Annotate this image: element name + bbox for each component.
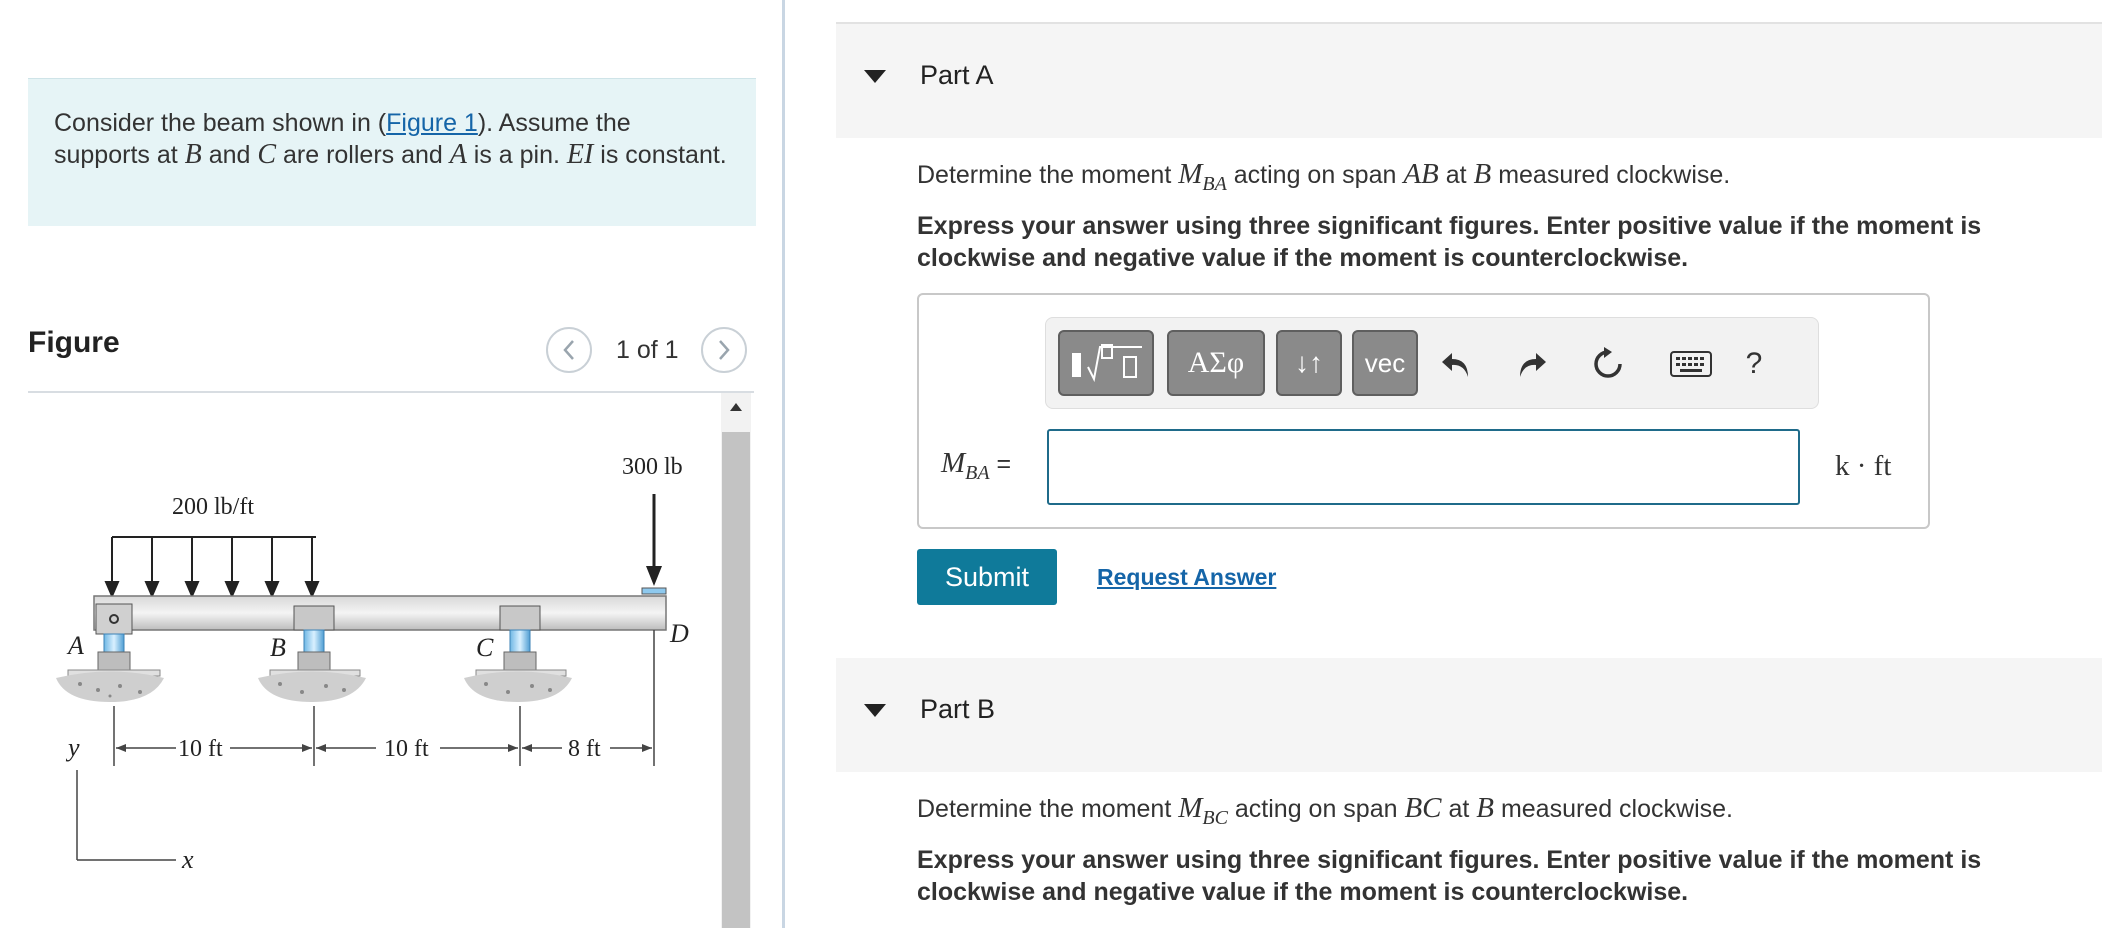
question-text: at: [1441, 795, 1477, 823]
label-c: C: [476, 633, 494, 662]
greek-symbols-button[interactable]: ΑΣφ: [1167, 330, 1265, 396]
question-text: acting on span: [1226, 161, 1404, 189]
figure-nav: 1 of 1: [546, 326, 747, 374]
span2-label: 10 ft: [384, 736, 429, 762]
caret-down-icon[interactable]: [864, 704, 886, 717]
span-var: AB: [1403, 158, 1439, 190]
keyboard-icon[interactable]: [1666, 332, 1716, 396]
moment-symbol: M: [1178, 158, 1203, 190]
var-c: C: [257, 139, 277, 170]
moment-subscript: BA: [1202, 172, 1227, 195]
fraction-radical-templates-icon[interactable]: [1058, 330, 1154, 396]
answer-unit: k · ft: [1835, 450, 1892, 482]
beam-figure: 200 lb/ft 300 lb A B C D 10 ft 10 ft 8 f…: [56, 454, 689, 874]
redo-icon[interactable]: [1510, 332, 1554, 396]
span-var: BC: [1404, 792, 1442, 824]
problem-text: is constant.: [593, 141, 727, 169]
submit-button[interactable]: Submit: [917, 549, 1057, 605]
moment-var: MBA: [1178, 158, 1227, 195]
arrows-button[interactable]: ↓↑: [1276, 330, 1342, 396]
part-a-question: Determine the moment MBA acting on span …: [917, 158, 1730, 196]
answer-label: MBA =: [941, 446, 1011, 485]
figure-title: Figure: [28, 326, 120, 359]
problem-text: are rollers and: [276, 141, 450, 169]
equals-sign: =: [989, 450, 1012, 478]
question-text: acting on span: [1227, 795, 1405, 823]
dist-load-label: 200 lb/ft: [172, 494, 254, 520]
label-b: B: [270, 633, 286, 662]
problem-panel: Consider the beam shown in (Figure 1). A…: [0, 0, 782, 928]
moment-symbol: M: [1178, 792, 1203, 824]
caret-down-icon[interactable]: [864, 70, 886, 83]
var-b: B: [184, 139, 202, 170]
label-a: A: [66, 631, 84, 660]
scrollbar-thumb[interactable]: [722, 432, 750, 928]
var-ei: EI: [566, 139, 594, 170]
moment-subscript: BC: [1202, 806, 1228, 829]
figure-link[interactable]: Figure 1: [386, 109, 478, 137]
vector-button[interactable]: vec: [1352, 330, 1418, 396]
part-b-header[interactable]: Part B: [836, 658, 2102, 772]
moment-var: MBC: [1178, 792, 1228, 829]
problem-text: is a pin.: [466, 141, 567, 169]
problem-statement: Consider the beam shown in (Figure 1). A…: [28, 78, 756, 226]
problem-text: and: [201, 141, 258, 169]
panel-divider: [782, 0, 785, 928]
undo-icon[interactable]: [1434, 332, 1478, 396]
part-a-title: Part A: [920, 60, 994, 90]
point-load-label: 300 lb: [622, 454, 683, 480]
part-a-instruction: Express your answer using three signific…: [917, 212, 1982, 272]
dist-load-arrows: [104, 537, 320, 599]
scroll-up-arrow-icon[interactable]: [721, 393, 751, 421]
request-answer-link[interactable]: Request Answer: [1097, 564, 1276, 591]
span3-label: 8 ft: [568, 736, 601, 762]
part-b-instruction: Express your answer using three signific…: [917, 846, 1982, 906]
answer-var: MBA: [941, 447, 990, 484]
chevron-right-icon[interactable]: [700, 327, 747, 373]
var-a: A: [449, 139, 467, 170]
question-text: measured clockwise.: [1491, 161, 1731, 189]
question-text: at: [1438, 161, 1474, 189]
label-d: D: [669, 619, 689, 648]
point-var: B: [1476, 792, 1494, 824]
question-text: Determine the moment: [917, 795, 1179, 823]
help-button[interactable]: ?: [1732, 332, 1776, 396]
answer-input[interactable]: [1047, 429, 1800, 505]
part-b-title: Part B: [920, 694, 996, 724]
part-a-header[interactable]: Part A: [836, 24, 2102, 138]
beam: [93, 595, 667, 631]
axis-y-label: y: [65, 733, 80, 762]
figure-divider: [28, 391, 754, 393]
point-var: B: [1473, 158, 1492, 190]
question-text: measured clockwise.: [1494, 795, 1733, 823]
answer-symbol: M: [941, 447, 966, 479]
axis-x-label: x: [181, 845, 194, 874]
question-text: Determine the moment: [917, 161, 1179, 189]
math-toolbar: ΑΣφ ↓↑ vec ?: [1045, 317, 1819, 409]
point-load-arrow: [646, 566, 662, 586]
problem-text: Consider the beam shown in (: [54, 109, 387, 137]
figure-counter: 1 of 1: [616, 335, 679, 364]
answer-subscript: BA: [965, 461, 990, 484]
part-b-question: Determine the moment MBC acting on span …: [917, 792, 1733, 830]
span1-label: 10 ft: [178, 736, 223, 762]
chevron-left-icon[interactable]: [546, 327, 592, 373]
reset-icon[interactable]: [1586, 332, 1630, 396]
